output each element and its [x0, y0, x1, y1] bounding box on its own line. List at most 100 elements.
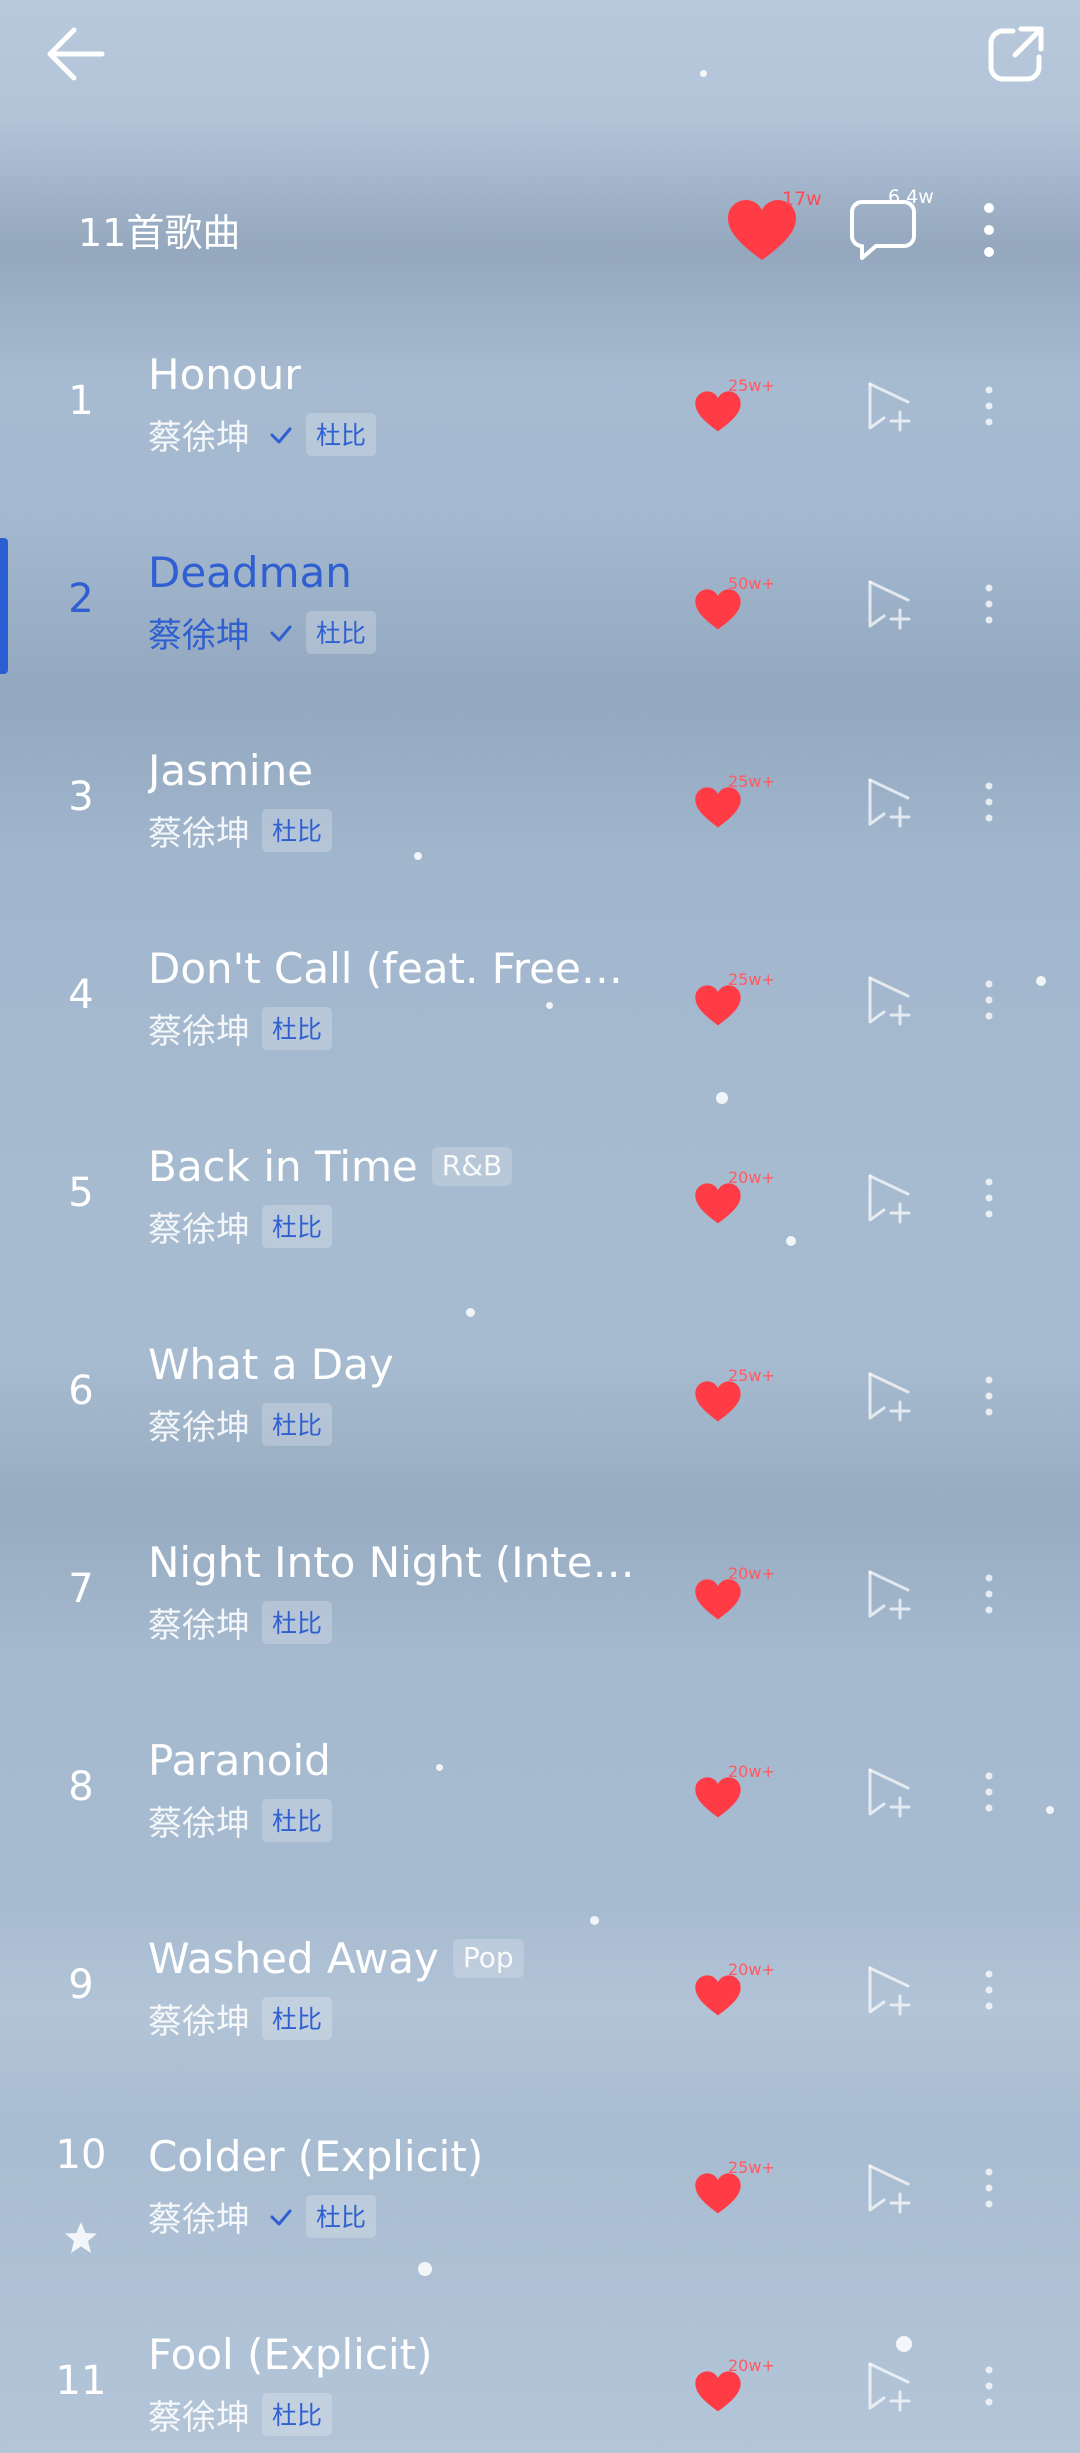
track-number: 11 [55, 2358, 107, 2404]
star-icon [65, 2222, 97, 2253]
track-title: Don't Call (feat. Free… [148, 944, 623, 993]
heart-icon [695, 589, 741, 630]
like-track-button[interactable]: 25w+ [690, 376, 790, 450]
add-to-playlist-button[interactable] [862, 1566, 918, 1622]
track-meta-row: 蔡徐坤 杜比 [148, 1202, 333, 1251]
like-playlist-button[interactable]: 17w [726, 188, 836, 270]
dolby-badge: 杜比 [262, 1007, 333, 1050]
track-more-button[interactable] [974, 970, 1004, 1030]
add-to-playlist-button[interactable] [862, 2358, 918, 2414]
add-to-playlist-button[interactable] [862, 1170, 918, 1226]
track-number: 4 [68, 972, 94, 1018]
track-title-row: Jasmine [148, 746, 313, 795]
track-row[interactable]: 9 Washed Away Pop 蔡徐坤 杜比 20w+ [0, 1924, 1080, 2122]
track-row[interactable]: 10 Colder (Explicit) 蔡徐坤 杜比 25w+ [0, 2122, 1080, 2320]
add-to-playlist-button[interactable] [862, 774, 918, 830]
track-title: Deadman [148, 548, 352, 597]
track-more-button[interactable] [974, 1366, 1004, 1426]
dolby-badge: 杜比 [262, 1205, 333, 1248]
track-meta-row: 蔡徐坤 杜比 [148, 608, 377, 657]
track-row[interactable]: 7 Night Into Night (Inte… 蔡徐坤 杜比 20w+ [0, 1528, 1080, 1726]
more-vertical-icon [985, 980, 993, 1020]
track-number: 7 [68, 1566, 94, 1612]
track-row[interactable]: 11 Fool (Explicit) 蔡徐坤 杜比 20w+ [0, 2320, 1080, 2453]
track-row[interactable]: 3 Jasmine 蔡徐坤 杜比 25w+ [0, 736, 1080, 934]
like-track-button[interactable]: 50w+ [690, 574, 790, 648]
heart-icon [695, 1975, 741, 2016]
track-title: Honour [148, 350, 302, 399]
track-number: 9 [68, 1962, 94, 2008]
track-title: Paranoid [148, 1736, 331, 1785]
track-more-button[interactable] [974, 1564, 1004, 1624]
track-more-button[interactable] [974, 1762, 1004, 1822]
like-track-button[interactable]: 20w+ [690, 1168, 790, 1242]
track-number: 1 [68, 378, 94, 424]
comment-button[interactable]: 6.4w [848, 186, 958, 270]
more-vertical-icon [985, 2366, 993, 2406]
like-track-button[interactable]: 20w+ [690, 1960, 790, 2034]
add-icon [868, 1372, 911, 1422]
like-track-button[interactable]: 25w+ [690, 970, 790, 1044]
dolby-badge: 杜比 [306, 611, 377, 654]
track-row[interactable]: 6 What a Day 蔡徐坤 杜比 25w+ [0, 1330, 1080, 1528]
add-icon [868, 778, 911, 828]
track-title: What a Day [148, 1340, 394, 1389]
track-row[interactable]: 4 Don't Call (feat. Free… 蔡徐坤 杜比 25w+ [0, 934, 1080, 1132]
track-like-count: 25w+ [728, 772, 775, 791]
track-title-row: Night Into Night (Inte… [148, 1538, 635, 1587]
add-to-playlist-button[interactable] [862, 1764, 918, 1820]
track-title: Night Into Night (Inte… [148, 1538, 635, 1587]
track-meta-row: 蔡徐坤 杜比 [148, 1994, 333, 2043]
track-more-button[interactable] [974, 376, 1004, 436]
like-track-button[interactable]: 20w+ [690, 1564, 790, 1638]
add-to-playlist-button[interactable] [862, 972, 918, 1028]
track-more-button[interactable] [974, 574, 1004, 634]
like-track-button[interactable]: 25w+ [690, 1366, 790, 1440]
track-like-count: 25w+ [728, 2158, 775, 2177]
back-button[interactable] [30, 18, 120, 90]
track-artist: 蔡徐坤 [148, 1210, 250, 1250]
track-row[interactable]: 1 Honour 蔡徐坤 杜比 25w+ [0, 340, 1080, 538]
dolby-badge: 杜比 [262, 2393, 333, 2436]
like-track-button[interactable]: 20w+ [690, 2356, 790, 2430]
add-to-playlist-button[interactable] [862, 576, 918, 632]
track-like-count: 25w+ [728, 376, 775, 395]
track-title: Washed Away [148, 1934, 439, 1983]
like-track-button[interactable]: 20w+ [690, 1762, 790, 1836]
track-like-count: 20w+ [728, 1960, 775, 1979]
track-row[interactable]: 8 Paranoid 蔡徐坤 杜比 20w+ [0, 1726, 1080, 1924]
track-number: 10 [55, 2132, 107, 2178]
track-more-button[interactable] [974, 772, 1004, 832]
add-to-playlist-button[interactable] [862, 2160, 918, 2216]
checkmark-icon [270, 625, 292, 641]
track-like-count: 20w+ [728, 1564, 775, 1583]
heart-icon [695, 1183, 741, 1224]
add-to-playlist-button[interactable] [862, 1368, 918, 1424]
track-number: 5 [68, 1170, 94, 1216]
dolby-badge: 杜比 [262, 1601, 333, 1644]
track-title-row: Honour [148, 350, 301, 399]
add-to-playlist-button[interactable] [862, 1962, 918, 2018]
dolby-badge: 杜比 [306, 2195, 377, 2238]
track-meta-row: 蔡徐坤 杜比 [148, 2390, 333, 2439]
track-like-count: 20w+ [728, 1762, 775, 1781]
track-more-button[interactable] [974, 1168, 1004, 1228]
share-button[interactable] [976, 18, 1056, 90]
track-title-row: Colder (Explicit) [148, 2132, 483, 2181]
track-meta-row: 蔡徐坤 杜比 [148, 410, 377, 459]
track-number: 6 [68, 1368, 94, 1414]
like-track-button[interactable]: 25w+ [690, 2158, 790, 2232]
track-row[interactable]: 2 Deadman 蔡徐坤 杜比 50w+ [0, 538, 1080, 736]
dolby-badge: 杜比 [262, 1799, 333, 1842]
add-icon [868, 382, 911, 432]
more-options-button[interactable] [964, 194, 1014, 266]
add-to-playlist-button[interactable] [862, 378, 918, 434]
track-more-button[interactable] [974, 2158, 1004, 2218]
track-row[interactable]: 5 Back in Time R&B 蔡徐坤 杜比 20w+ [0, 1132, 1080, 1330]
add-icon [868, 2362, 911, 2412]
track-more-button[interactable] [974, 2356, 1004, 2416]
track-list: 1 Honour 蔡徐坤 杜比 25w+ 2 Deadman 蔡徐坤 杜比 50w+ 3 Jasmin… [0, 340, 1080, 2453]
like-track-button[interactable]: 25w+ [690, 772, 790, 846]
track-artist: 蔡徐坤 [148, 1606, 250, 1646]
track-more-button[interactable] [974, 1960, 1004, 2020]
